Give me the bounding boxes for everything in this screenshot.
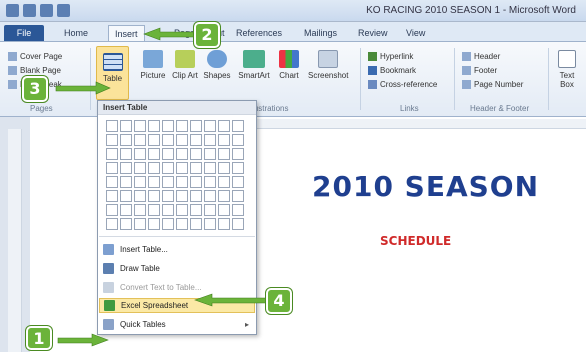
arrow-to-table-button: [55, 81, 111, 95]
callout-1: 1: [26, 326, 52, 350]
arrow-to-excel-item: [194, 293, 269, 307]
callout-3: 3: [22, 76, 48, 102]
callout-4: 4: [266, 288, 292, 314]
callout-2: 2: [194, 22, 220, 48]
callout-arrows: [55, 27, 269, 347]
arrow-to-document: [57, 333, 109, 347]
arrow-to-insert-tab: [143, 27, 197, 41]
